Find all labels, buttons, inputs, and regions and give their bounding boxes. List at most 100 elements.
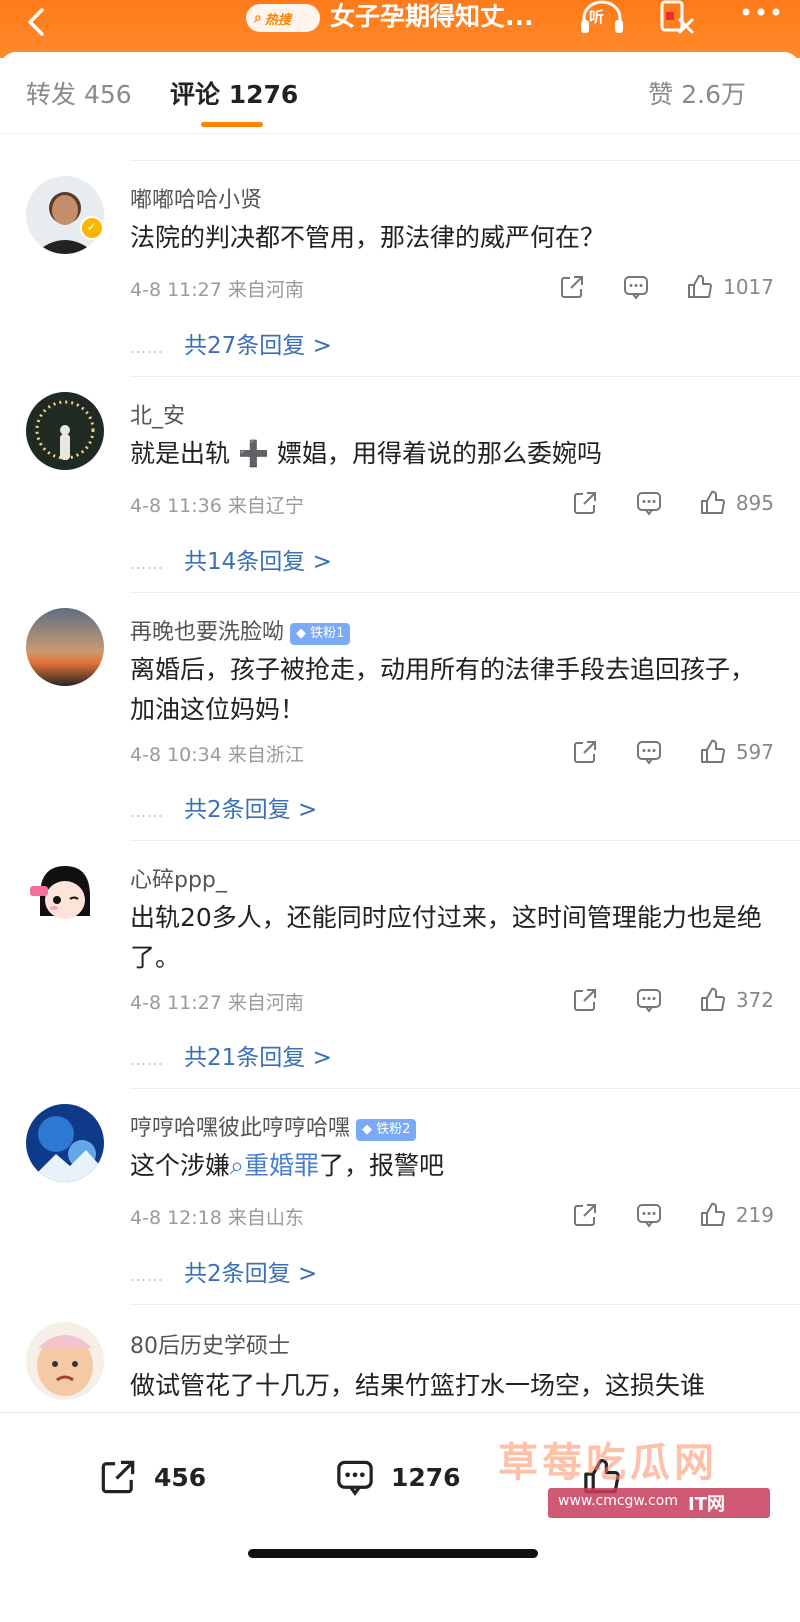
comment-text: 这个涉嫌⌕重婚罪了，报警吧 <box>130 1146 770 1186</box>
like-icon[interactable] <box>698 488 728 518</box>
home-indicator <box>248 1549 538 1558</box>
dots-separator: …… <box>130 554 164 573</box>
avatar[interactable] <box>26 856 104 934</box>
share-icon[interactable] <box>570 737 600 767</box>
replies-label: 共2条回复 > <box>184 1261 318 1287</box>
comment-icon[interactable] <box>634 488 664 518</box>
comment-text: 就是出轨 ➕ 嫖娼，用得着说的那么委婉吗 <box>130 439 603 468</box>
avatar[interactable] <box>26 176 104 254</box>
like-icon[interactable] <box>698 1200 728 1230</box>
like-icon[interactable] <box>698 985 728 1015</box>
comment-location: 来自河南 <box>227 992 304 1014</box>
comment-icon[interactable] <box>634 985 664 1015</box>
dots-separator: …… <box>130 802 164 821</box>
divider <box>130 840 800 841</box>
tab-bar: 转发 456 评论 1276 赞 2.6万 <box>0 52 800 134</box>
comment-meta: 4-8 11:36 来自辽宁 <box>130 491 304 518</box>
comment-time: 4-8 11:36 <box>130 495 222 517</box>
share-icon[interactable] <box>570 1200 600 1230</box>
comment-text: 法院的判决都不管用，那法律的威严何在？ <box>130 223 606 252</box>
top-bar: ⌕ 热搜 女子孕期得知丈... 听 <box>0 0 800 58</box>
comment-actions: 219 <box>570 1200 774 1230</box>
avatar[interactable] <box>26 392 104 470</box>
fan-badge: ◆ 铁粉1 <box>290 623 351 645</box>
hot-search-tag: 热搜 <box>264 12 291 28</box>
comment-time: 4-8 10:34 <box>130 744 222 766</box>
comment-meta: 4-8 11:27 来自河南 <box>130 988 304 1015</box>
replies-label: 共2条回复 > <box>184 797 318 823</box>
back-icon <box>28 8 44 36</box>
topic-link[interactable]: ⌕重婚罪 <box>230 1151 319 1180</box>
divider <box>130 1304 800 1305</box>
more-icon <box>742 8 780 16</box>
red-envelope-button[interactable] <box>654 0 698 36</box>
fan-badge: ◆ 铁粉2 <box>356 1119 417 1141</box>
like-icon[interactable] <box>685 272 715 302</box>
comment-button[interactable]: 1276 <box>333 1457 461 1497</box>
comment-username[interactable]: 嘟嘟哈哈小贤 <box>130 182 262 214</box>
comment-username[interactable]: 80后历史学硕士 <box>130 1328 290 1360</box>
replies-label: 共14条回复 > <box>184 549 332 575</box>
comment-location: 来自山东 <box>227 1207 304 1229</box>
listen-button[interactable]: 听 <box>578 0 626 34</box>
comment-icon[interactable] <box>634 737 664 767</box>
like-count: 597 <box>735 740 774 764</box>
tab-likes[interactable]: 赞 2.6万 <box>648 78 746 112</box>
share-icon <box>101 1460 135 1494</box>
tab-repost[interactable]: 转发 456 <box>26 78 132 112</box>
comment-item: 再晚也要洗脸呦 ◆ 铁粉1 离婚后，孩子被抢走，动用所有的法律手段去追回孩子，加油… <box>0 592 800 842</box>
divider <box>130 376 800 377</box>
comment-actions: 597 <box>570 737 774 767</box>
comment-icon[interactable] <box>621 272 651 302</box>
dots-separator: …… <box>130 338 164 357</box>
like-count: 372 <box>735 988 774 1012</box>
topic-link-label: 重婚罪 <box>244 1151 320 1180</box>
comment-time: 4-8 11:27 <box>130 279 222 301</box>
red-envelope-icon <box>660 0 694 34</box>
like-count: 219 <box>735 1203 774 1227</box>
comment-actions: 895 <box>570 488 774 518</box>
watermark-site: IT网 <box>688 1494 725 1515</box>
replies-label: 共21条回复 > <box>184 1045 332 1071</box>
page-title[interactable]: 女子孕期得知丈... <box>330 0 534 34</box>
more-button[interactable] <box>736 0 786 32</box>
comment-actions: 1017 <box>557 272 774 302</box>
avatar[interactable] <box>26 1322 104 1400</box>
view-replies-link[interactable]: …… 共14条回复 > <box>130 542 332 576</box>
view-replies-link[interactable]: …… 共27条回复 > <box>130 326 332 360</box>
avatar[interactable] <box>26 1104 104 1182</box>
watermark-banner: www.cmcgw.com IT网 <box>548 1488 770 1518</box>
comment-location: 来自辽宁 <box>227 495 304 517</box>
like-icon[interactable] <box>698 737 728 767</box>
fan-badge-label: 铁粉1 <box>310 626 345 641</box>
comment-icon[interactable] <box>634 1200 664 1230</box>
watermark-url: www.cmcgw.com <box>558 1493 678 1509</box>
comment-actions: 372 <box>570 985 774 1015</box>
divider <box>130 1088 800 1089</box>
dots-separator: …… <box>130 1266 164 1285</box>
comment-text: 做试管花了十几万，结果竹篮打水一场空，这损失谁 <box>130 1371 706 1400</box>
tab-comments[interactable]: 评论 1276 <box>170 78 298 112</box>
share-icon[interactable] <box>570 488 600 518</box>
comment-username[interactable]: 哼哼哈嘿彼此哼哼哈嘿 ◆ 铁粉2 <box>130 1110 417 1142</box>
active-tab-indicator <box>201 122 263 127</box>
comment-text-before: 这个涉嫌 <box>130 1151 231 1180</box>
view-replies-link[interactable]: …… 共21条回复 > <box>130 1038 332 1072</box>
comment-username[interactable]: 北_安 <box>130 398 185 430</box>
comment-username[interactable]: 心碎ppp_ <box>130 862 227 894</box>
back-button[interactable] <box>18 4 58 44</box>
avatar[interactable] <box>26 608 104 686</box>
share-icon[interactable] <box>570 985 600 1015</box>
like-count: 1017 <box>723 275 774 299</box>
view-replies-link[interactable]: …… 共2条回复 > <box>130 790 317 824</box>
view-replies-link[interactable]: …… 共2条回复 > <box>130 1254 317 1288</box>
hot-search-pill[interactable]: ⌕ 热搜 <box>246 4 320 32</box>
comment-username[interactable]: 再晚也要洗脸呦 ◆ 铁粉1 <box>130 614 351 646</box>
like-count: 895 <box>735 491 774 515</box>
comment-username-text: 哼哼哈嘿彼此哼哼哈嘿 <box>130 1116 351 1141</box>
repost-button[interactable]: 456 <box>96 1457 206 1497</box>
share-icon[interactable] <box>557 272 587 302</box>
search-icon: ⌕ <box>254 10 262 26</box>
comment-text: 出轨20多人，还能同时应付过来，这时间管理能力也是绝了。 <box>130 903 762 972</box>
search-icon: ⌕ <box>230 1151 245 1180</box>
